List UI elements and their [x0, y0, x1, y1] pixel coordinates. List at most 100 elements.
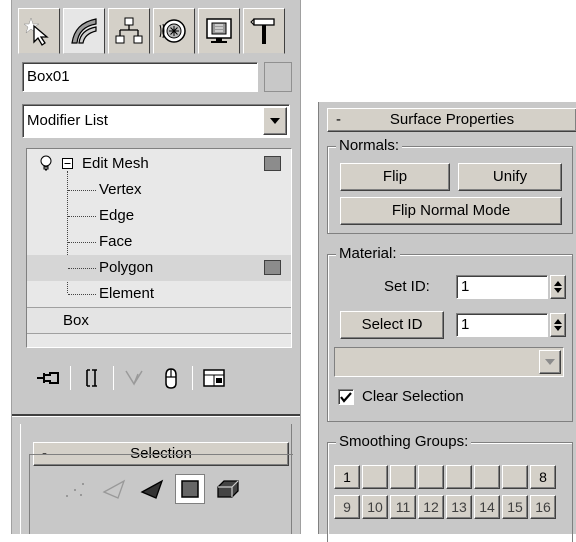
smoothing-row-1: 1 8 [334, 465, 556, 489]
tab-modify[interactable] [63, 8, 105, 54]
smoothing-groups-title: Smoothing Groups: [336, 432, 472, 452]
tab-hierarchy[interactable] [108, 8, 150, 54]
set-id-value: 1 [461, 278, 470, 295]
modifier-list-label: Modifier List [27, 112, 108, 129]
smoothing-row-2: 9 10 11 12 13 14 15 16 [334, 495, 556, 519]
tab-utilities[interactable] [243, 8, 285, 54]
spinner-up-icon [554, 319, 562, 324]
vertex-level-button[interactable] [61, 474, 91, 504]
stack-sublevel-polygon[interactable]: Polygon [27, 255, 291, 281]
flip-normal-mode-label: Flip Normal Mode [391, 202, 511, 219]
normals-group: Normals: Flip Unify Flip Normal Mode [327, 136, 573, 234]
face-triangle-icon [140, 479, 164, 499]
modifier-list-dropdown[interactable]: Modifier List [22, 104, 290, 138]
clear-selection-checkbox[interactable] [338, 389, 354, 405]
stack-toolbar [34, 365, 229, 391]
smoothing-group-11-button[interactable]: 11 [390, 495, 416, 519]
smoothing-group-8-button[interactable]: 8 [530, 465, 556, 489]
make-unique-icon [125, 370, 143, 386]
polygon-square-icon [181, 480, 199, 498]
smoothing-group-12-button[interactable]: 12 [418, 495, 444, 519]
modifier-active-indicator [264, 156, 281, 171]
surface-properties-header[interactable]: - Surface Properties [327, 108, 576, 132]
modifier-list-dropdown-button[interactable] [263, 107, 287, 135]
sublevel-label: Face [99, 233, 133, 250]
sublevel-label: Element [99, 285, 155, 302]
smoothing-group-6-button[interactable] [474, 465, 500, 489]
smoothing-group-13-button[interactable]: 13 [446, 495, 472, 519]
collapse-symbol: - [336, 111, 341, 128]
smoothing-group-4-button[interactable] [418, 465, 444, 489]
sublevel-label: Vertex [99, 181, 142, 198]
unify-button[interactable]: Unify [458, 163, 562, 191]
normals-group-title: Normals: [336, 136, 403, 156]
tab-create[interactable] [18, 8, 60, 54]
checkmark-icon [340, 392, 352, 403]
display-monitor-icon [206, 18, 232, 43]
smoothing-group-3-button[interactable] [390, 465, 416, 489]
flip-button[interactable]: Flip [340, 163, 450, 191]
select-id-spinner[interactable] [550, 313, 566, 337]
polygon-level-button[interactable] [175, 474, 205, 504]
stack-modifier-label: Edit Mesh [82, 155, 149, 172]
smoothing-group-15-button[interactable]: 15 [502, 495, 528, 519]
create-star-cursor-icon [24, 17, 49, 46]
material-group: Material: Set ID: 1 Select ID 1 Clear Se… [327, 244, 573, 422]
select-id-button-label: Select ID [361, 316, 423, 333]
stack-sublevel-vertex[interactable]: Vertex [27, 177, 291, 203]
smoothing-group-5-button[interactable] [446, 465, 472, 489]
command-panel: Box01 Modifier List Edit Mesh Vertex Edg… [11, 0, 301, 534]
smoothing-group-2-button[interactable] [362, 465, 388, 489]
show-end-result-icon [86, 369, 97, 387]
smoothing-group-14-button[interactable]: 14 [474, 495, 500, 519]
sublevel-active-indicator [264, 260, 281, 275]
stack-sublevel-edge[interactable]: Edge [27, 203, 291, 229]
spinner-down-icon [554, 326, 562, 331]
pin-stack-button[interactable] [34, 365, 64, 391]
smoothing-group-1-button[interactable]: 1 [334, 465, 360, 489]
configure-modifier-sets-button[interactable] [199, 365, 229, 391]
face-level-button[interactable] [137, 474, 167, 504]
surface-properties-panel: - Surface Properties Normals: Flip Unify… [318, 102, 576, 542]
selection-rollout: - Selection [20, 424, 293, 534]
base-object-label: Box [63, 312, 89, 329]
tab-display[interactable] [198, 8, 240, 54]
material-name-dropdown-button[interactable] [539, 350, 561, 374]
make-unique-button[interactable] [120, 365, 150, 391]
clear-selection-label: Clear Selection [362, 388, 464, 405]
edge-level-button[interactable] [99, 474, 129, 504]
pin-stack-icon [37, 372, 59, 384]
flip-normal-mode-button[interactable]: Flip Normal Mode [340, 197, 562, 225]
sub-object-level-buttons [61, 474, 243, 504]
tab-motion[interactable] [153, 8, 195, 54]
set-id-input[interactable]: 1 [456, 275, 548, 299]
modifier-stack[interactable]: Edit Mesh Vertex Edge Face Polygon Eleme… [26, 148, 292, 348]
stack-sublevel-face[interactable]: Face [27, 229, 291, 255]
sublevel-label: Polygon [99, 259, 154, 276]
object-name-value: Box01 [27, 68, 70, 85]
object-color-swatch[interactable] [264, 62, 292, 92]
spinner-down-icon [554, 288, 562, 293]
collapse-minus-icon[interactable] [62, 158, 73, 169]
material-name-dropdown[interactable] [334, 347, 564, 377]
stack-sublevel-element[interactable]: Element [27, 281, 291, 307]
unify-button-label: Unify [492, 168, 528, 185]
object-name-field[interactable]: Box01 [22, 62, 258, 92]
lightbulb-icon[interactable] [39, 155, 53, 173]
smoothing-group-9-button[interactable]: 9 [334, 495, 360, 519]
set-id-spinner[interactable] [550, 275, 566, 299]
remove-modifier-button[interactable] [156, 365, 186, 391]
stack-item-box[interactable]: Box [27, 308, 291, 334]
show-end-result-button[interactable] [77, 365, 107, 391]
smoothing-group-16-button[interactable]: 16 [530, 495, 556, 519]
element-level-button[interactable] [213, 474, 243, 504]
remove-modifier-icon [165, 368, 177, 389]
motion-circle-icon [159, 19, 186, 43]
smoothing-group-7-button[interactable] [502, 465, 528, 489]
surface-properties-title: Surface Properties [389, 111, 515, 128]
select-id-input[interactable]: 1 [456, 313, 548, 337]
triangle-down-icon [270, 118, 280, 124]
select-id-button[interactable]: Select ID [340, 311, 444, 339]
smoothing-group-10-button[interactable]: 10 [362, 495, 388, 519]
vertex-dots-icon [66, 483, 84, 497]
